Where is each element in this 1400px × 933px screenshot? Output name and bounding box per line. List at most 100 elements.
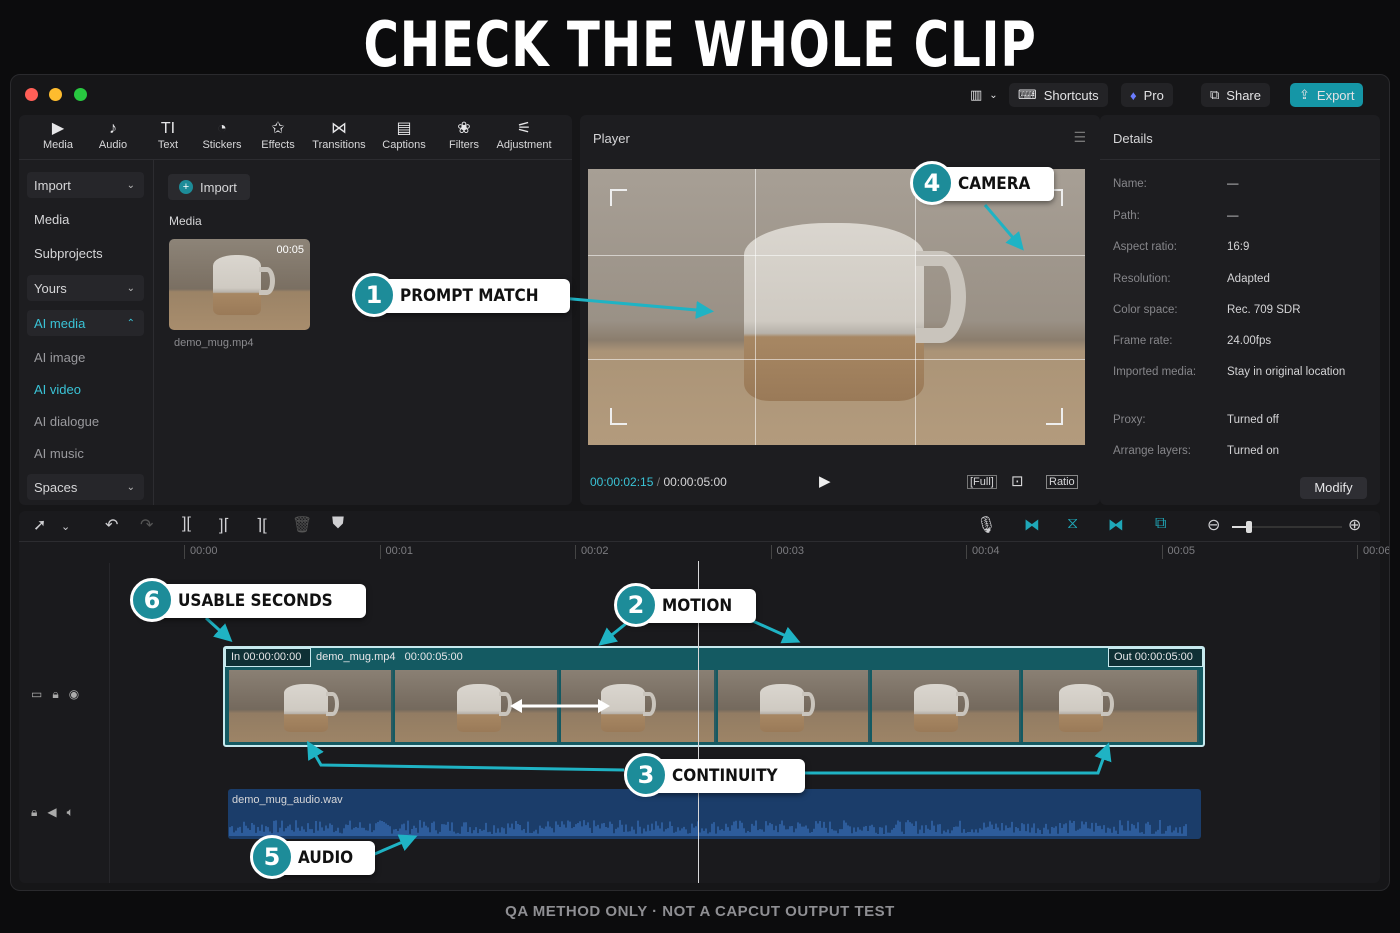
sidebar-item-yours[interactable]: Yours ⌄ [27, 275, 144, 301]
sidebar-item-ai-media[interactable]: AI media ⌃ [27, 310, 144, 336]
tab-label: Stickers [202, 139, 242, 151]
audio-clip[interactable]: demo_mug_audio.wav [228, 789, 1201, 839]
ruler-tick: 00:01 [379, 545, 413, 559]
delete-icon[interactable]: 🗑 [292, 515, 312, 535]
sidebar-item-ai-image[interactable]: AI image [27, 344, 144, 370]
tab-media[interactable]: ▶ Media [28, 119, 88, 151]
sidebar-item-spaces[interactable]: Spaces ⌄ [27, 474, 144, 500]
shield-icon[interactable]: ⛊ [332, 515, 344, 533]
tab-transitions[interactable]: ⋈ Transitions [309, 119, 369, 151]
ratio-button[interactable]: Ratio [1046, 475, 1078, 489]
media-thumbnail[interactable]: 00:05 [169, 239, 310, 330]
detail-value: — [1227, 210, 1239, 222]
layout-menu[interactable]: ▥ ⌄ [961, 83, 1007, 107]
sidebar-media-label: Media [34, 211, 70, 227]
detail-value: Turned on [1227, 445, 1279, 457]
export-button[interactable]: ⇪ Export [1290, 83, 1364, 107]
filmstrip-frame [718, 670, 870, 742]
sidebar-import[interactable]: Import ⌄ [27, 172, 144, 198]
detail-label: Arrange layers: [1113, 445, 1191, 457]
lock-icon[interactable]: 🔒︎ [52, 687, 58, 701]
redo-icon[interactable]: ↷ [140, 515, 153, 535]
detail-label: Aspect ratio: [1113, 241, 1177, 253]
snap-icon[interactable]: ⧉ [1155, 515, 1166, 533]
preview-axis-icon[interactable]: ⧓ [1108, 515, 1124, 535]
callout-camera: 4 CAMERA [910, 161, 1055, 205]
player-viewport[interactable] [588, 169, 1085, 445]
tab-effects[interactable]: ✩ Effects [248, 119, 308, 151]
callout-label: MOTION [662, 596, 733, 616]
select-tool-icon[interactable]: ➚ [33, 515, 46, 535]
clip-name: demo_mug.mp4 [174, 337, 254, 349]
pro-button[interactable]: ♦ Pro [1121, 83, 1173, 107]
media-section-title: Media [169, 214, 202, 228]
import-label: Import [200, 179, 237, 195]
clip-out-point[interactable]: Out 00:00:05:00 [1108, 648, 1203, 667]
filters-icon: ❀ [457, 120, 471, 137]
play-icon[interactable]: ▶ [819, 472, 831, 490]
eye-icon[interactable]: ◉ [69, 687, 79, 701]
tab-text[interactable]: TI Text [138, 119, 198, 151]
double-arrow [510, 699, 610, 713]
export-label: Export [1316, 87, 1355, 103]
sidebar-ai-music-label: AI music [34, 445, 84, 461]
tab-label: Text [157, 139, 179, 151]
detail-label: Name: [1113, 178, 1147, 190]
tab-audio[interactable]: ♪ Audio [83, 119, 143, 151]
export-icon: ⇪ [1299, 87, 1310, 102]
audio-icon[interactable]: ◀ [47, 805, 56, 819]
callout-usable-seconds: 6 USABLE SECONDS [130, 578, 366, 622]
magnet-icon[interactable]: ⧓ [1024, 515, 1040, 535]
modify-button[interactable]: Modify [1300, 477, 1367, 499]
chevron-down-icon: ⌄ [126, 282, 135, 294]
player-title: Player [593, 131, 630, 146]
details-panel: Details Name: — Path: — Aspect ratio: 16:9 Res… [1100, 115, 1380, 505]
volume-icon[interactable]: 🔈︎ [67, 805, 74, 819]
menu-icon[interactable]: ☰ [1073, 129, 1086, 146]
close-window-button[interactable] [25, 88, 38, 101]
audio-icon: ♪ [109, 120, 117, 137]
microphone-icon[interactable]: 🎙 [976, 515, 996, 535]
clip-duration: 00:05 [276, 244, 304, 256]
timeline-panel: ➚ ⌄ ↶ ↷ ][ ]⌈ ⌉[ 🗑 ⛊ 🎙 ⧓ ⧖ ⧓ ⧉ ⊖ ⊕ 00:00… [19, 511, 1389, 883]
timeline-clip-length: 00:00:05:00 [404, 651, 463, 663]
zoom-window-button[interactable] [74, 88, 87, 101]
zoom-in-icon[interactable]: ⊕ [1348, 515, 1361, 535]
sidebar-item-subprojects[interactable]: Subprojects [27, 240, 144, 266]
ruler-tick: 00:03 [770, 545, 804, 559]
split-icon[interactable]: ][ [182, 515, 191, 533]
tab-filters[interactable]: ❀ Filters [434, 119, 494, 151]
share-button[interactable]: ⧉ Share [1201, 83, 1270, 107]
sidebar-ai-media-label: AI media [34, 315, 86, 331]
callout-label: USABLE SECONDS [178, 591, 333, 611]
tab-captions[interactable]: ▤ Captions [374, 119, 434, 151]
chevron-down-icon[interactable]: ⌄ [61, 520, 70, 533]
shortcuts-button[interactable]: ⌨ Shortcuts [1009, 83, 1108, 107]
sidebar-spaces-label: Spaces [34, 479, 78, 495]
current-time: 00:00:02:15 [590, 475, 654, 489]
cover-icon[interactable]: ▭ [31, 687, 42, 701]
link-icon[interactable]: ⧖ [1067, 515, 1078, 533]
import-button[interactable]: + Import [168, 174, 250, 200]
sidebar-item-ai-music[interactable]: AI music [27, 440, 144, 466]
share-label: Share [1226, 87, 1261, 103]
tab-stickers[interactable]: ◔ Stickers [192, 119, 252, 151]
minimize-window-button[interactable] [49, 88, 62, 101]
split-right-icon[interactable]: ⌉[ [256, 515, 267, 535]
fullscreen-icon[interactable]: ⊡ [1011, 472, 1024, 490]
sidebar-import-label: Import [34, 177, 71, 193]
video-clip[interactable]: In 00:00:00:00 demo_mug.mp4 00:00:05:00 … [223, 646, 1205, 747]
lock-icon[interactable]: 🔒︎ [31, 805, 37, 819]
ruler-tick: 00:06 [1357, 545, 1389, 559]
zoom-slider[interactable] [1232, 521, 1342, 533]
sidebar-item-ai-video[interactable]: AI video [27, 376, 144, 402]
clip-in-point[interactable]: In 00:00:00:00 [225, 648, 311, 667]
undo-icon[interactable]: ↶ [105, 515, 118, 535]
zoom-out-icon[interactable]: ⊖ [1207, 515, 1220, 535]
sidebar-item-ai-dialogue[interactable]: AI dialogue [27, 408, 144, 434]
sidebar-item-media[interactable]: Media [27, 206, 144, 232]
full-button[interactable]: [Full] [967, 475, 997, 489]
tab-adjustment[interactable]: ⚟ Adjustment [489, 119, 559, 151]
split-left-icon[interactable]: ]⌈ [219, 515, 230, 535]
adjustment-icon: ⚟ [516, 120, 532, 137]
